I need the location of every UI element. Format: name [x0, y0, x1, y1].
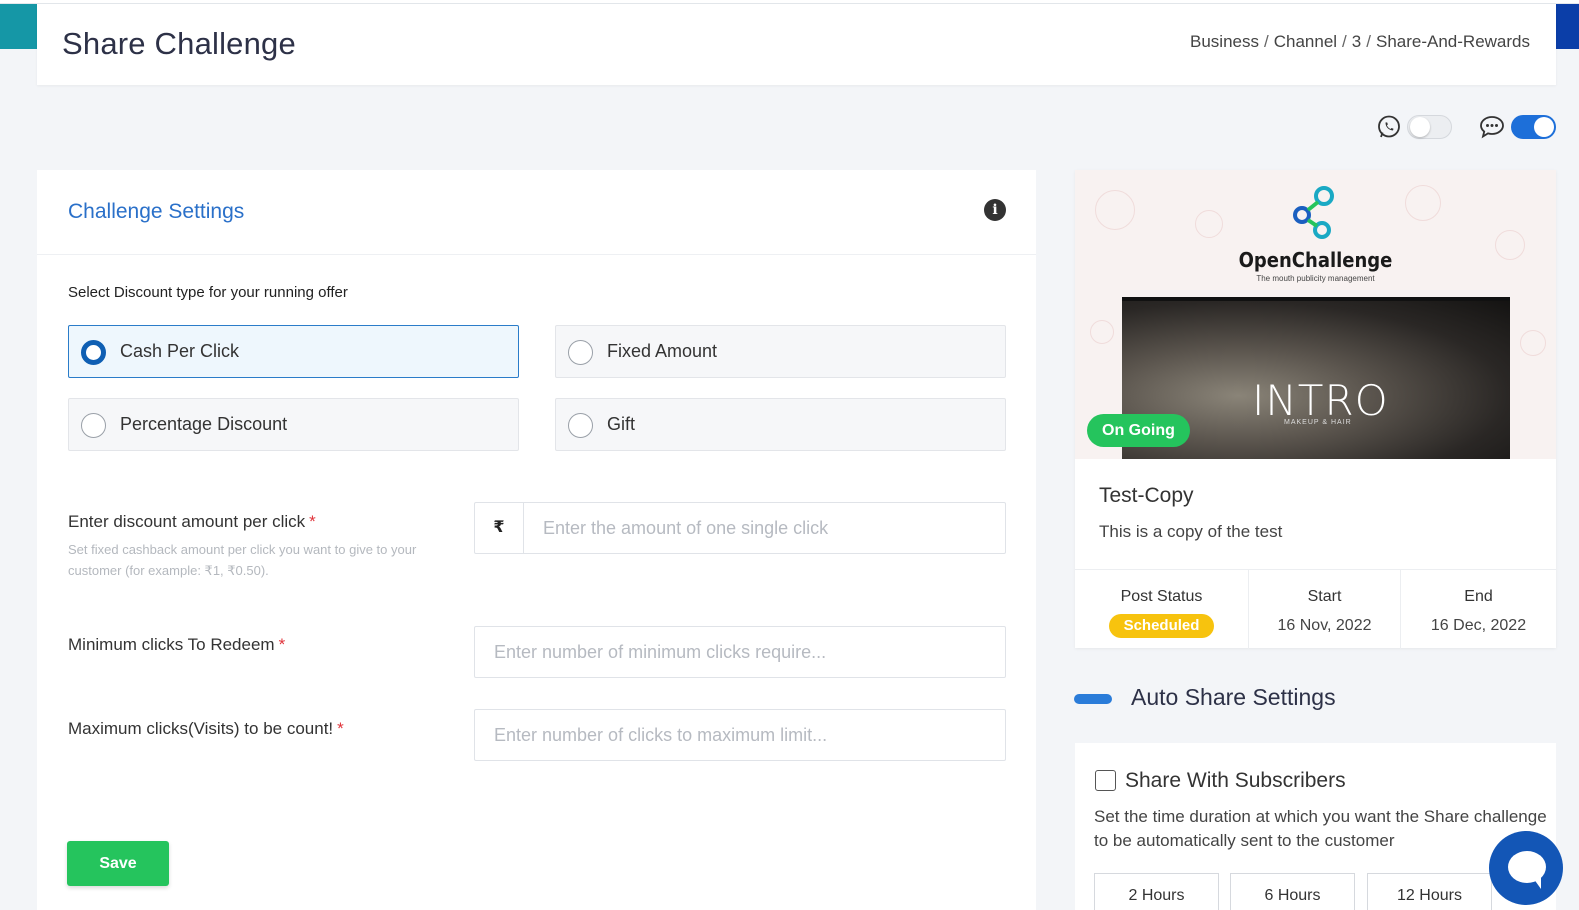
decorative-doodle	[1195, 210, 1223, 238]
save-button[interactable]: Save	[67, 841, 169, 886]
stat-end: End 16 Dec, 2022	[1401, 570, 1556, 649]
option-label: Gift	[607, 414, 636, 434]
decorative-doodle	[1095, 190, 1135, 230]
whatsapp-switch[interactable]	[1407, 115, 1452, 139]
switch-knob	[1410, 117, 1430, 137]
stat-label: Post Status	[1120, 588, 1203, 605]
max-clicks-input[interactable]	[494, 710, 994, 760]
share-subscribers-checkbox[interactable]	[1095, 770, 1116, 791]
brand-name: OpenChallenge	[1238, 248, 1393, 272]
sms-toggle-group	[1479, 112, 1559, 142]
photo-caption: INTRO	[1252, 376, 1389, 425]
page-header: Share Challenge Business / Channel/3/Share…	[37, 4, 1556, 85]
option-fixed-amount[interactable]: Fixed Amount	[555, 325, 1006, 378]
radio-unselected[interactable]	[568, 340, 593, 365]
stat-post-status: Post Status Scheduled	[1075, 570, 1249, 649]
auto-share-title: Auto Share Settings	[1131, 684, 1336, 710]
label-text: Enter discount amount per click	[68, 512, 306, 531]
photo-subcaption: MAKEUP & HAIR	[1284, 419, 1352, 426]
share-subscribers-card: Share With Subscribers Set the time dura…	[1075, 743, 1556, 910]
sidebar-edge-right	[1556, 4, 1579, 49]
hours-option-12[interactable]: 12 Hours	[1367, 873, 1492, 910]
challenge-stats: Post Status Scheduled Start 16 Nov, 2022…	[1075, 569, 1556, 649]
rupee-icon: ₹	[475, 503, 524, 553]
openchallenge-logo-icon	[1293, 186, 1334, 239]
option-label: Percentage Discount	[120, 414, 288, 434]
chat-icon-tail	[1531, 875, 1541, 889]
min-clicks-group	[474, 626, 1006, 678]
option-percentage-discount[interactable]: Percentage Discount	[68, 398, 519, 451]
challenge-banner: OpenChallenge The mouth publicity manage…	[1075, 170, 1556, 459]
min-clicks-label: Minimum clicks To Redeem *	[68, 635, 285, 655]
info-icon[interactable]: i	[984, 199, 1006, 221]
breadcrumb-item-channel[interactable]: Channel	[1274, 32, 1337, 51]
stat-value: Scheduled	[1075, 614, 1248, 638]
min-clicks-input[interactable]	[494, 627, 994, 677]
section-accent-bar	[1074, 694, 1112, 704]
hours-option-2[interactable]: 2 Hours	[1094, 873, 1219, 910]
option-cash-per-click[interactable]: Cash Per Click	[68, 325, 519, 378]
whatsapp-toggle-group	[1376, 112, 1456, 142]
decorative-doodle	[1090, 320, 1114, 344]
breadcrumb: Business / Channel/3/Share-And-Rewards	[1190, 32, 1530, 52]
discount-amount-group: ₹	[474, 502, 1006, 554]
max-clicks-label: Maximum clicks(Visits) to be count! *	[68, 719, 344, 739]
breadcrumb-item-current: Share-And-Rewards	[1375, 32, 1530, 51]
page-title: Share Challenge	[62, 26, 296, 61]
max-clicks-group	[474, 709, 1006, 761]
sms-switch[interactable]	[1511, 115, 1556, 139]
decorative-doodle	[1520, 330, 1546, 356]
option-gift[interactable]: Gift	[555, 398, 1006, 451]
sidebar-edge-left	[0, 4, 37, 49]
whatsapp-icon	[1378, 115, 1400, 138]
required-mark: *	[309, 512, 316, 531]
chat-bubble-icon	[1480, 116, 1504, 139]
required-mark: *	[337, 719, 344, 738]
breadcrumb-separator: /	[1366, 32, 1371, 51]
challenge-preview-card: OpenChallenge The mouth publicity manage…	[1075, 170, 1556, 649]
discount-amount-label: Enter discount amount per click *	[68, 512, 316, 532]
label-text: Maximum clicks(Visits) to be count!	[68, 719, 334, 738]
card-header: Challenge Settings i	[37, 170, 1036, 255]
breadcrumb-item-id[interactable]: 3	[1352, 32, 1361, 51]
status-badge: On Going	[1087, 414, 1190, 447]
breadcrumb-separator: /	[1263, 32, 1269, 51]
brand-tagline: The mouth publicity management	[1256, 274, 1375, 283]
challenge-title: Test-Copy	[1099, 484, 1194, 507]
discount-amount-hint: Set fixed cashback amount per click you …	[68, 542, 417, 578]
breadcrumb-item-business[interactable]: Business	[1190, 32, 1259, 51]
stat-label: End	[1464, 588, 1493, 605]
stat-value: 16 Dec, 2022	[1430, 617, 1527, 634]
stat-label: Start	[1307, 588, 1342, 605]
challenge-settings-card: Challenge Settings i Select Discount typ…	[37, 170, 1036, 910]
chat-support-button[interactable]	[1489, 831, 1563, 905]
option-label: Fixed Amount	[607, 341, 718, 361]
option-label: Cash Per Click	[120, 341, 240, 361]
stat-start: Start 16 Nov, 2022	[1249, 570, 1401, 649]
scheduled-badge: Scheduled	[1108, 614, 1215, 638]
radio-unselected[interactable]	[568, 413, 593, 438]
label-text: Minimum clicks To Redeem	[68, 635, 275, 654]
decorative-doodle	[1405, 185, 1441, 221]
discount-amount-input[interactable]	[543, 503, 993, 553]
card-title: Challenge Settings	[68, 200, 245, 223]
switch-knob	[1534, 117, 1554, 137]
share-subscribers-label[interactable]: Share With Subscribers	[1125, 769, 1346, 793]
hours-option-6[interactable]: 6 Hours	[1230, 873, 1355, 910]
share-subscribers-description: Set the time duration at which you want …	[1094, 807, 1547, 850]
required-mark: *	[278, 635, 286, 654]
stat-value: 16 Nov, 2022	[1277, 617, 1372, 634]
breadcrumb-separator: /	[1342, 32, 1347, 51]
discount-type-label: Select Discount type for your running of…	[68, 284, 348, 301]
challenge-description: This is a copy of the test	[1099, 522, 1283, 541]
radio-selected[interactable]	[81, 340, 106, 365]
radio-unselected[interactable]	[81, 413, 106, 438]
